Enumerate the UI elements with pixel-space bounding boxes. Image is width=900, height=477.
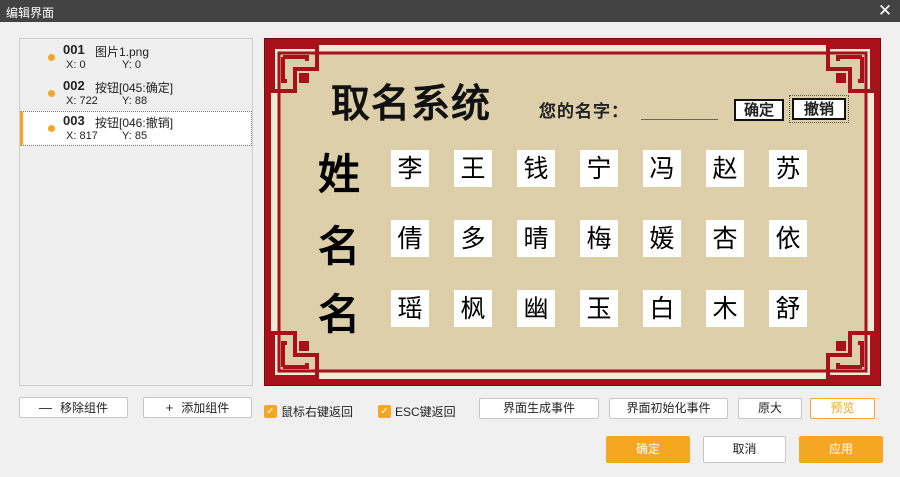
add-component-button[interactable]: + 添加组件	[143, 397, 252, 418]
right-click-back-checkbox[interactable]: ✓ 鼠标右键返回	[264, 403, 354, 419]
component-list: 001 图片1.png X: 0 Y: 0 002 按钮[045:确定] X: …	[19, 38, 253, 386]
ui-preview-canvas[interactable]: 取名系统 您的名字： ________ 确定 撤销 姓 名 名 李 王 钱 宁 …	[264, 38, 881, 386]
cancel-button[interactable]: 取消	[703, 436, 786, 463]
char-cell[interactable]: 媛	[643, 220, 681, 257]
char-cell[interactable]: 王	[454, 150, 492, 187]
init-event-button[interactable]: 界面初始化事件	[609, 398, 728, 419]
char-cell[interactable]: 多	[454, 220, 492, 257]
preview-undo-button[interactable]: 撤销	[789, 95, 849, 123]
component-label: 图片1.png	[95, 45, 150, 59]
component-number: 002	[63, 78, 85, 93]
char-cell[interactable]: 晴	[517, 220, 555, 257]
component-number: 001	[63, 42, 85, 57]
preview-button[interactable]: 预览	[810, 398, 875, 419]
esc-back-checkbox[interactable]: ✓ ESC键返回	[378, 403, 456, 419]
component-x: X: 817	[66, 130, 98, 142]
checkmark-icon: ✓	[264, 405, 277, 418]
component-x: X: 722	[66, 95, 98, 107]
component-label: 按钮[045:确定]	[95, 81, 174, 95]
remove-component-button[interactable]: — 移除组件	[19, 397, 128, 418]
char-cell[interactable]: 木	[706, 290, 744, 327]
char-cell[interactable]: 李	[391, 150, 429, 187]
char-cell[interactable]: 赵	[706, 150, 744, 187]
bullet-dot-icon	[48, 54, 55, 61]
preview-confirm-button[interactable]: 确定	[734, 99, 784, 121]
right-click-back-label: 鼠标右键返回	[281, 405, 354, 419]
char-cell[interactable]: 冯	[643, 150, 681, 187]
char-cell[interactable]: 白	[643, 290, 681, 327]
generate-event-button[interactable]: 界面生成事件	[479, 398, 599, 419]
component-y: Y: 85	[122, 130, 148, 142]
char-cell[interactable]: 杏	[706, 220, 744, 257]
row-head-given: 名	[318, 290, 361, 339]
list-item[interactable]: 001 图片1.png X: 0 Y: 0	[20, 40, 252, 75]
component-x: X: 0	[66, 59, 86, 71]
component-y: Y: 0	[122, 59, 141, 71]
name-blank: ________	[641, 101, 719, 120]
bullet-dot-icon	[48, 125, 55, 132]
list-item-selected[interactable]: 003 按钮[046:撤销] X: 817 Y: 85	[20, 111, 252, 146]
char-cell[interactable]: 玉	[580, 290, 618, 327]
close-icon[interactable]: ✕	[874, 0, 896, 22]
char-cell[interactable]: 钱	[517, 150, 555, 187]
char-cell[interactable]: 宁	[580, 150, 618, 187]
bullet-dot-icon	[48, 90, 55, 97]
window-titlebar: 编辑界面 ✕	[0, 0, 900, 22]
plus-icon: +	[165, 400, 174, 415]
component-number: 003	[63, 113, 85, 128]
esc-back-label: ESC键返回	[395, 405, 456, 419]
apply-button[interactable]: 应用	[799, 436, 883, 463]
component-coords: X: 817 Y: 85	[66, 130, 147, 142]
preview-title: 取名系统	[331, 81, 492, 127]
minus-icon: —	[38, 400, 52, 415]
component-label: 按钮[046:撤销]	[95, 116, 174, 130]
add-component-label: 添加组件	[181, 401, 230, 415]
char-cell[interactable]: 枫	[454, 290, 492, 327]
char-cell[interactable]: 倩	[391, 220, 429, 257]
row-head-surname: 姓	[318, 150, 361, 199]
ok-button[interactable]: 确定	[606, 436, 690, 463]
row-head-given: 名	[318, 222, 361, 271]
window-title: 编辑界面	[6, 6, 55, 20]
char-cell[interactable]: 幽	[517, 290, 555, 327]
component-y: Y: 88	[122, 95, 148, 107]
char-cell[interactable]: 舒	[769, 290, 807, 327]
char-cell[interactable]: 依	[769, 220, 807, 257]
name-prompt: 您的名字：	[539, 102, 629, 122]
char-cell[interactable]: 梅	[580, 220, 618, 257]
char-cell[interactable]: 苏	[769, 150, 807, 187]
list-item[interactable]: 002 按钮[045:确定] X: 722 Y: 88	[20, 76, 252, 111]
component-coords: X: 722 Y: 88	[66, 95, 147, 107]
component-coords: X: 0 Y: 0	[66, 59, 141, 71]
remove-component-label: 移除组件	[59, 401, 108, 415]
checkmark-icon: ✓	[378, 405, 391, 418]
original-size-button[interactable]: 原大	[738, 398, 802, 419]
char-cell[interactable]: 瑶	[391, 290, 429, 327]
